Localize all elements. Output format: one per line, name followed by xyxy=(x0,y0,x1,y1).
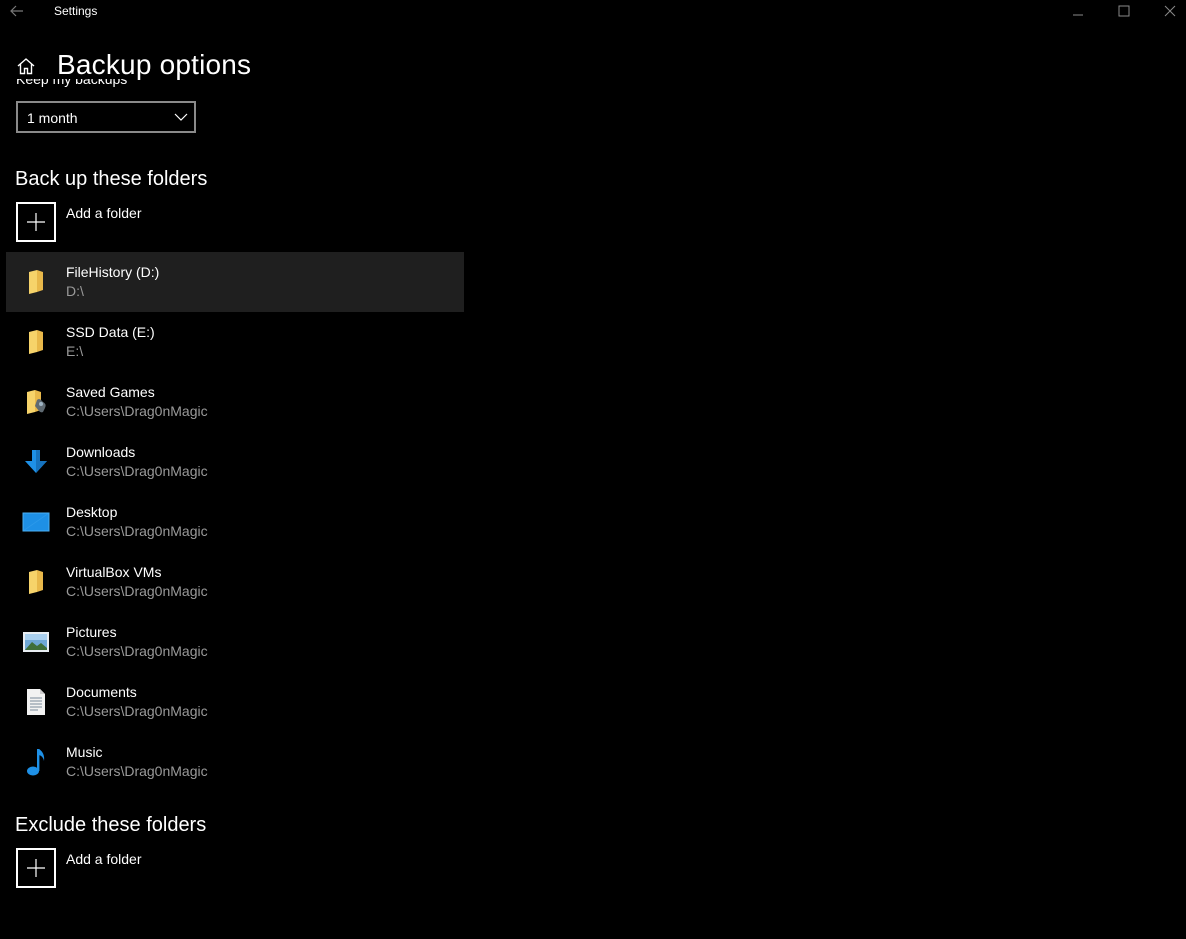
maximize-button[interactable] xyxy=(1101,0,1147,22)
folder-item-documents[interactable]: Documents C:\Users\Drag0nMagic xyxy=(6,672,464,732)
folder-name: VirtualBox VMs xyxy=(66,564,162,580)
back-button[interactable] xyxy=(6,1,28,21)
downloads-icon xyxy=(20,446,52,478)
folder-icon xyxy=(20,566,52,598)
folder-path: C:\Users\Drag0nMagic xyxy=(66,523,208,539)
plus-icon xyxy=(27,859,45,877)
folder-path: C:\Users\Drag0nMagic xyxy=(66,643,208,659)
add-folder-label: Add a folder xyxy=(66,851,142,867)
app-title: Settings xyxy=(54,4,98,18)
add-folder-box[interactable] xyxy=(16,202,56,242)
music-icon xyxy=(20,746,52,778)
keep-backups-dropdown[interactable]: 1 month xyxy=(16,101,196,133)
folder-name: Documents xyxy=(66,684,137,700)
maximize-icon xyxy=(1118,5,1130,17)
folder-name: Desktop xyxy=(66,504,118,520)
close-button[interactable] xyxy=(1147,0,1186,22)
backup-folder-list: FileHistory (D:) D:\ SSD Data (E:) E:\ S… xyxy=(6,252,464,792)
folder-path: C:\Users\Drag0nMagic xyxy=(66,463,208,479)
folder-path: E:\ xyxy=(66,343,84,359)
minimize-button[interactable] xyxy=(1055,0,1101,22)
dropdown-value: 1 month xyxy=(27,110,78,126)
folder-path: C:\Users\Drag0nMagic xyxy=(66,763,208,779)
add-folder-label: Add a folder xyxy=(66,205,142,221)
add-backup-folder-button[interactable]: Add a folder xyxy=(16,202,316,244)
folder-item-downloads[interactable]: Downloads C:\Users\Drag0nMagic xyxy=(6,432,464,492)
folder-name: Music xyxy=(66,744,103,760)
documents-icon xyxy=(20,686,52,718)
home-icon xyxy=(17,58,35,75)
backup-section-title: Back up these folders xyxy=(15,168,208,190)
close-icon xyxy=(1164,5,1176,17)
folder-icon xyxy=(20,326,52,358)
folder-name: Saved Games xyxy=(66,384,155,400)
saved-games-icon xyxy=(20,386,52,418)
folder-path: C:\Users\Drag0nMagic xyxy=(66,403,208,419)
folder-path: C:\Users\Drag0nMagic xyxy=(66,703,208,719)
add-folder-box[interactable] xyxy=(16,848,56,888)
keep-backups-label: Keep my backups xyxy=(16,79,128,87)
minimize-icon xyxy=(1073,14,1083,16)
home-button[interactable] xyxy=(14,54,38,78)
folder-item-desktop[interactable]: Desktop C:\Users\Drag0nMagic xyxy=(6,492,464,552)
folder-icon xyxy=(20,266,52,298)
add-excluded-folder-button[interactable]: Add a folder xyxy=(16,848,316,890)
folder-item-virtualbox-vms[interactable]: VirtualBox VMs C:\Users\Drag0nMagic xyxy=(6,552,464,612)
page-title: Backup options xyxy=(57,49,252,80)
folder-path: D:\ xyxy=(66,283,84,299)
desktop-icon xyxy=(20,506,52,538)
folder-name: FileHistory (D:) xyxy=(66,264,160,280)
folder-item-filehistory[interactable]: FileHistory (D:) D:\ xyxy=(6,252,464,312)
folder-item-music[interactable]: Music C:\Users\Drag0nMagic xyxy=(6,732,464,792)
folder-name: Pictures xyxy=(66,624,117,640)
folder-name: Downloads xyxy=(66,444,136,460)
folder-item-ssd-data[interactable]: SSD Data (E:) E:\ xyxy=(6,312,464,372)
folder-name: SSD Data (E:) xyxy=(66,324,155,340)
chevron-down-icon xyxy=(174,113,188,121)
plus-icon xyxy=(27,213,45,231)
folder-path: C:\Users\Drag0nMagic xyxy=(66,583,208,599)
exclude-section-title: Exclude these folders xyxy=(15,814,207,836)
back-arrow-icon xyxy=(10,5,23,17)
folder-item-saved-games[interactable]: Saved Games C:\Users\Drag0nMagic xyxy=(6,372,464,432)
title-bar: Settings xyxy=(0,0,1186,22)
folder-item-pictures[interactable]: Pictures C:\Users\Drag0nMagic xyxy=(6,612,464,672)
pictures-icon xyxy=(20,626,52,658)
